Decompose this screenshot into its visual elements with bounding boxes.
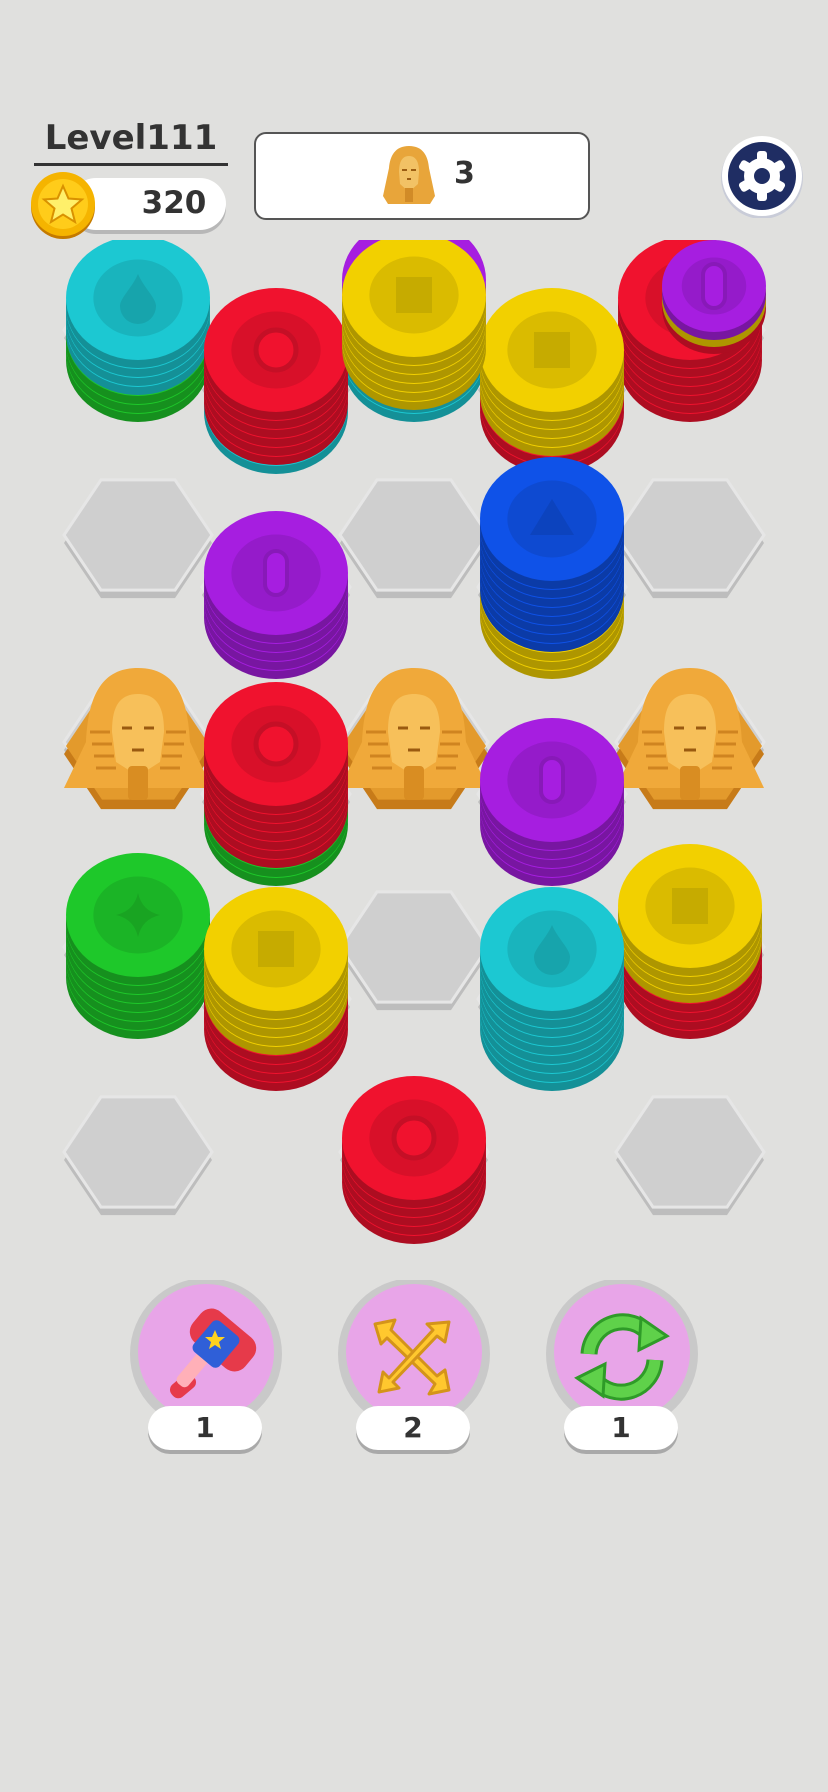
symbol-oval-icon (539, 756, 565, 804)
level-underline (34, 163, 228, 166)
booster-shuffle-bg (546, 1280, 698, 1420)
disk-stack[interactable] (204, 682, 348, 886)
sphinx-statue[interactable] (64, 668, 212, 810)
symbol-square-icon (258, 931, 294, 967)
goal-panel: 3 (254, 132, 590, 220)
booster-bar: 1 2 1 (0, 1280, 828, 1460)
settings-button[interactable] (720, 134, 804, 218)
swap-count: 2 (356, 1406, 470, 1450)
disk-stack[interactable] (480, 887, 624, 1091)
shuffle-count: 1 (564, 1406, 678, 1450)
disk-stack[interactable] (480, 288, 624, 474)
disk-stack[interactable] (480, 718, 624, 886)
disk-stack[interactable] (66, 853, 210, 1039)
hammer-count: 1 (148, 1406, 262, 1450)
symbol-oval-icon (701, 262, 727, 310)
booster-hammer-bg (130, 1280, 282, 1420)
game-board[interactable] (0, 240, 828, 1300)
disk-stack[interactable] (204, 887, 348, 1091)
level-label: Level111 (44, 118, 218, 158)
shuffle-booster-button[interactable]: 1 (545, 1280, 699, 1460)
symbol-square-icon (672, 888, 708, 924)
goal-count: 3 (454, 156, 475, 191)
booster-swap-bg (338, 1280, 490, 1420)
symbol-circle-icon (253, 327, 299, 373)
sphinx-icon (383, 146, 435, 204)
symbol-circle-icon (391, 1115, 437, 1161)
disk-stack[interactable] (342, 1076, 486, 1244)
disk-stack[interactable] (618, 844, 762, 1039)
coin-star-icon (31, 172, 95, 239)
symbol-oval-icon (263, 549, 289, 597)
disk-stack[interactable] (204, 288, 348, 474)
next-stack-preview[interactable] (662, 240, 766, 354)
coin-value: 320 (141, 185, 207, 221)
hud: Level111 320 3 (0, 0, 828, 240)
incoming-stack[interactable] (342, 240, 486, 410)
symbol-circle-icon (253, 721, 299, 767)
symbol-square-icon (534, 332, 570, 368)
disk-stack[interactable] (204, 511, 348, 679)
hammer-booster-button[interactable]: 1 (129, 1280, 283, 1460)
sphinx-statue[interactable] (616, 668, 764, 810)
disk-stack[interactable] (66, 240, 210, 422)
swap-booster-button[interactable]: 2 (337, 1280, 491, 1460)
symbol-square-icon (396, 277, 432, 313)
sphinx-statue[interactable] (340, 668, 488, 810)
disk-stack[interactable] (480, 457, 624, 679)
